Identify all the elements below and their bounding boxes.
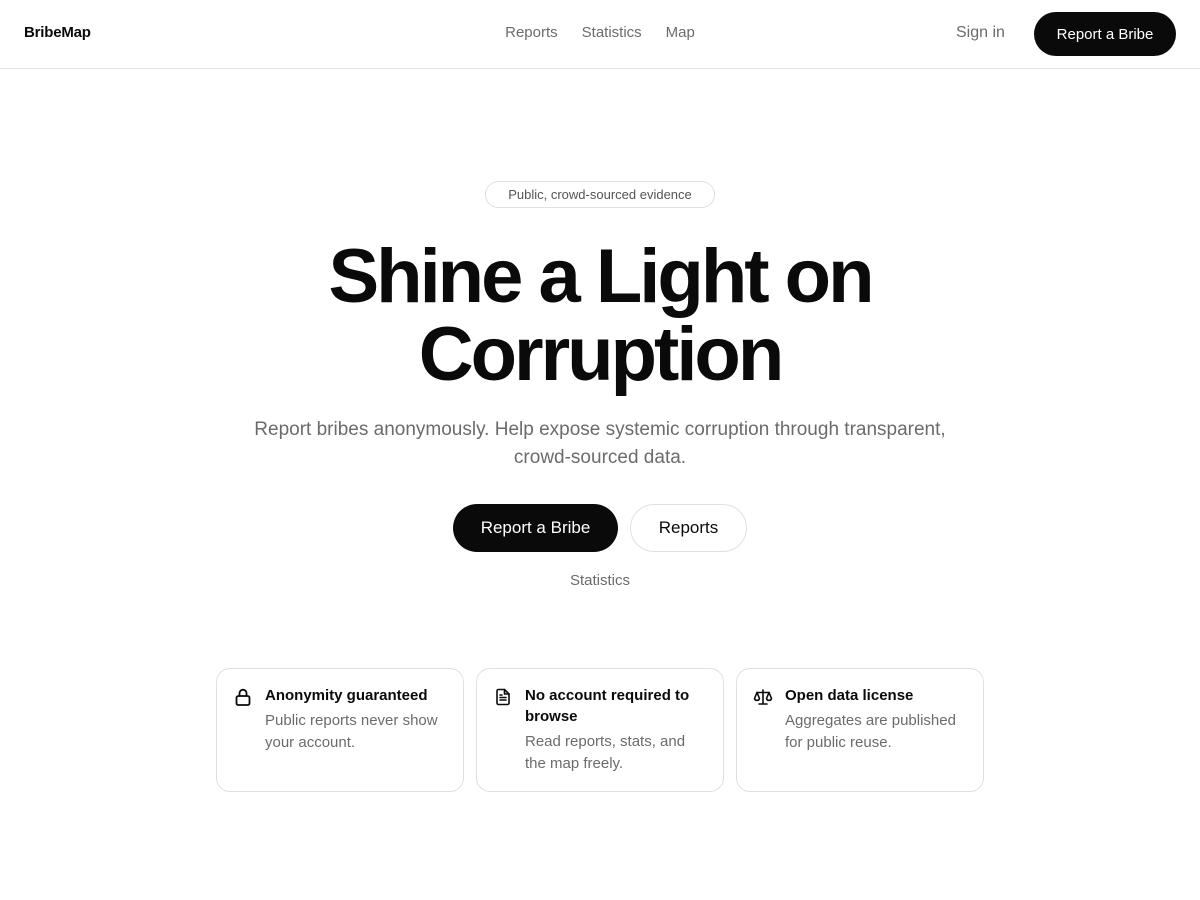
main-nav: Reports Statistics Map bbox=[0, 24, 1200, 41]
feature-title: Open data license bbox=[785, 687, 914, 704]
brand-logo-link[interactable]: BribeMap bbox=[24, 24, 91, 41]
feature-card-open-data: Open data license Aggregates are publish… bbox=[736, 668, 984, 792]
feature-description: Aggregates are published for public reus… bbox=[785, 712, 956, 751]
sign-in-link[interactable]: Sign in bbox=[956, 24, 1005, 42]
hero-subtitle: Report bribes anonymously. Help expose s… bbox=[254, 419, 946, 468]
feature-title: No account required to browse bbox=[525, 687, 690, 725]
statistics-link[interactable]: Statistics bbox=[500, 572, 700, 589]
report-bribe-button[interactable]: Report a Bribe bbox=[453, 504, 618, 552]
nav-link-map[interactable]: Map bbox=[666, 24, 695, 41]
feature-title: Anonymity guaranteed bbox=[265, 687, 428, 704]
nav-link-reports[interactable]: Reports bbox=[505, 24, 558, 41]
top-navigation-bar: BribeMap Reports Statistics Map Sign in … bbox=[0, 0, 1200, 69]
scale-icon bbox=[753, 687, 773, 707]
hero-title: Shine a Light on Corruption bbox=[200, 238, 1000, 394]
lock-icon bbox=[233, 687, 253, 707]
feature-card-no-account: No account required to browse Read repor… bbox=[476, 668, 724, 792]
report-bribe-header-button[interactable]: Report a Bribe bbox=[1034, 12, 1176, 56]
feature-description: Read reports, stats, and the map freely. bbox=[525, 733, 686, 772]
hero-title-line-2: Corruption bbox=[418, 312, 785, 397]
nav-link-statistics[interactable]: Statistics bbox=[582, 24, 642, 41]
reports-button[interactable]: Reports bbox=[630, 504, 747, 552]
document-icon bbox=[493, 687, 513, 707]
evidence-badge: Public, crowd-sourced evidence bbox=[485, 181, 715, 208]
feature-card-anonymity: Anonymity guaranteed Public reports neve… bbox=[216, 668, 464, 792]
hero-title-line-1: Shine a Light on bbox=[328, 234, 874, 319]
feature-description: Public reports never show your account. bbox=[265, 712, 438, 751]
